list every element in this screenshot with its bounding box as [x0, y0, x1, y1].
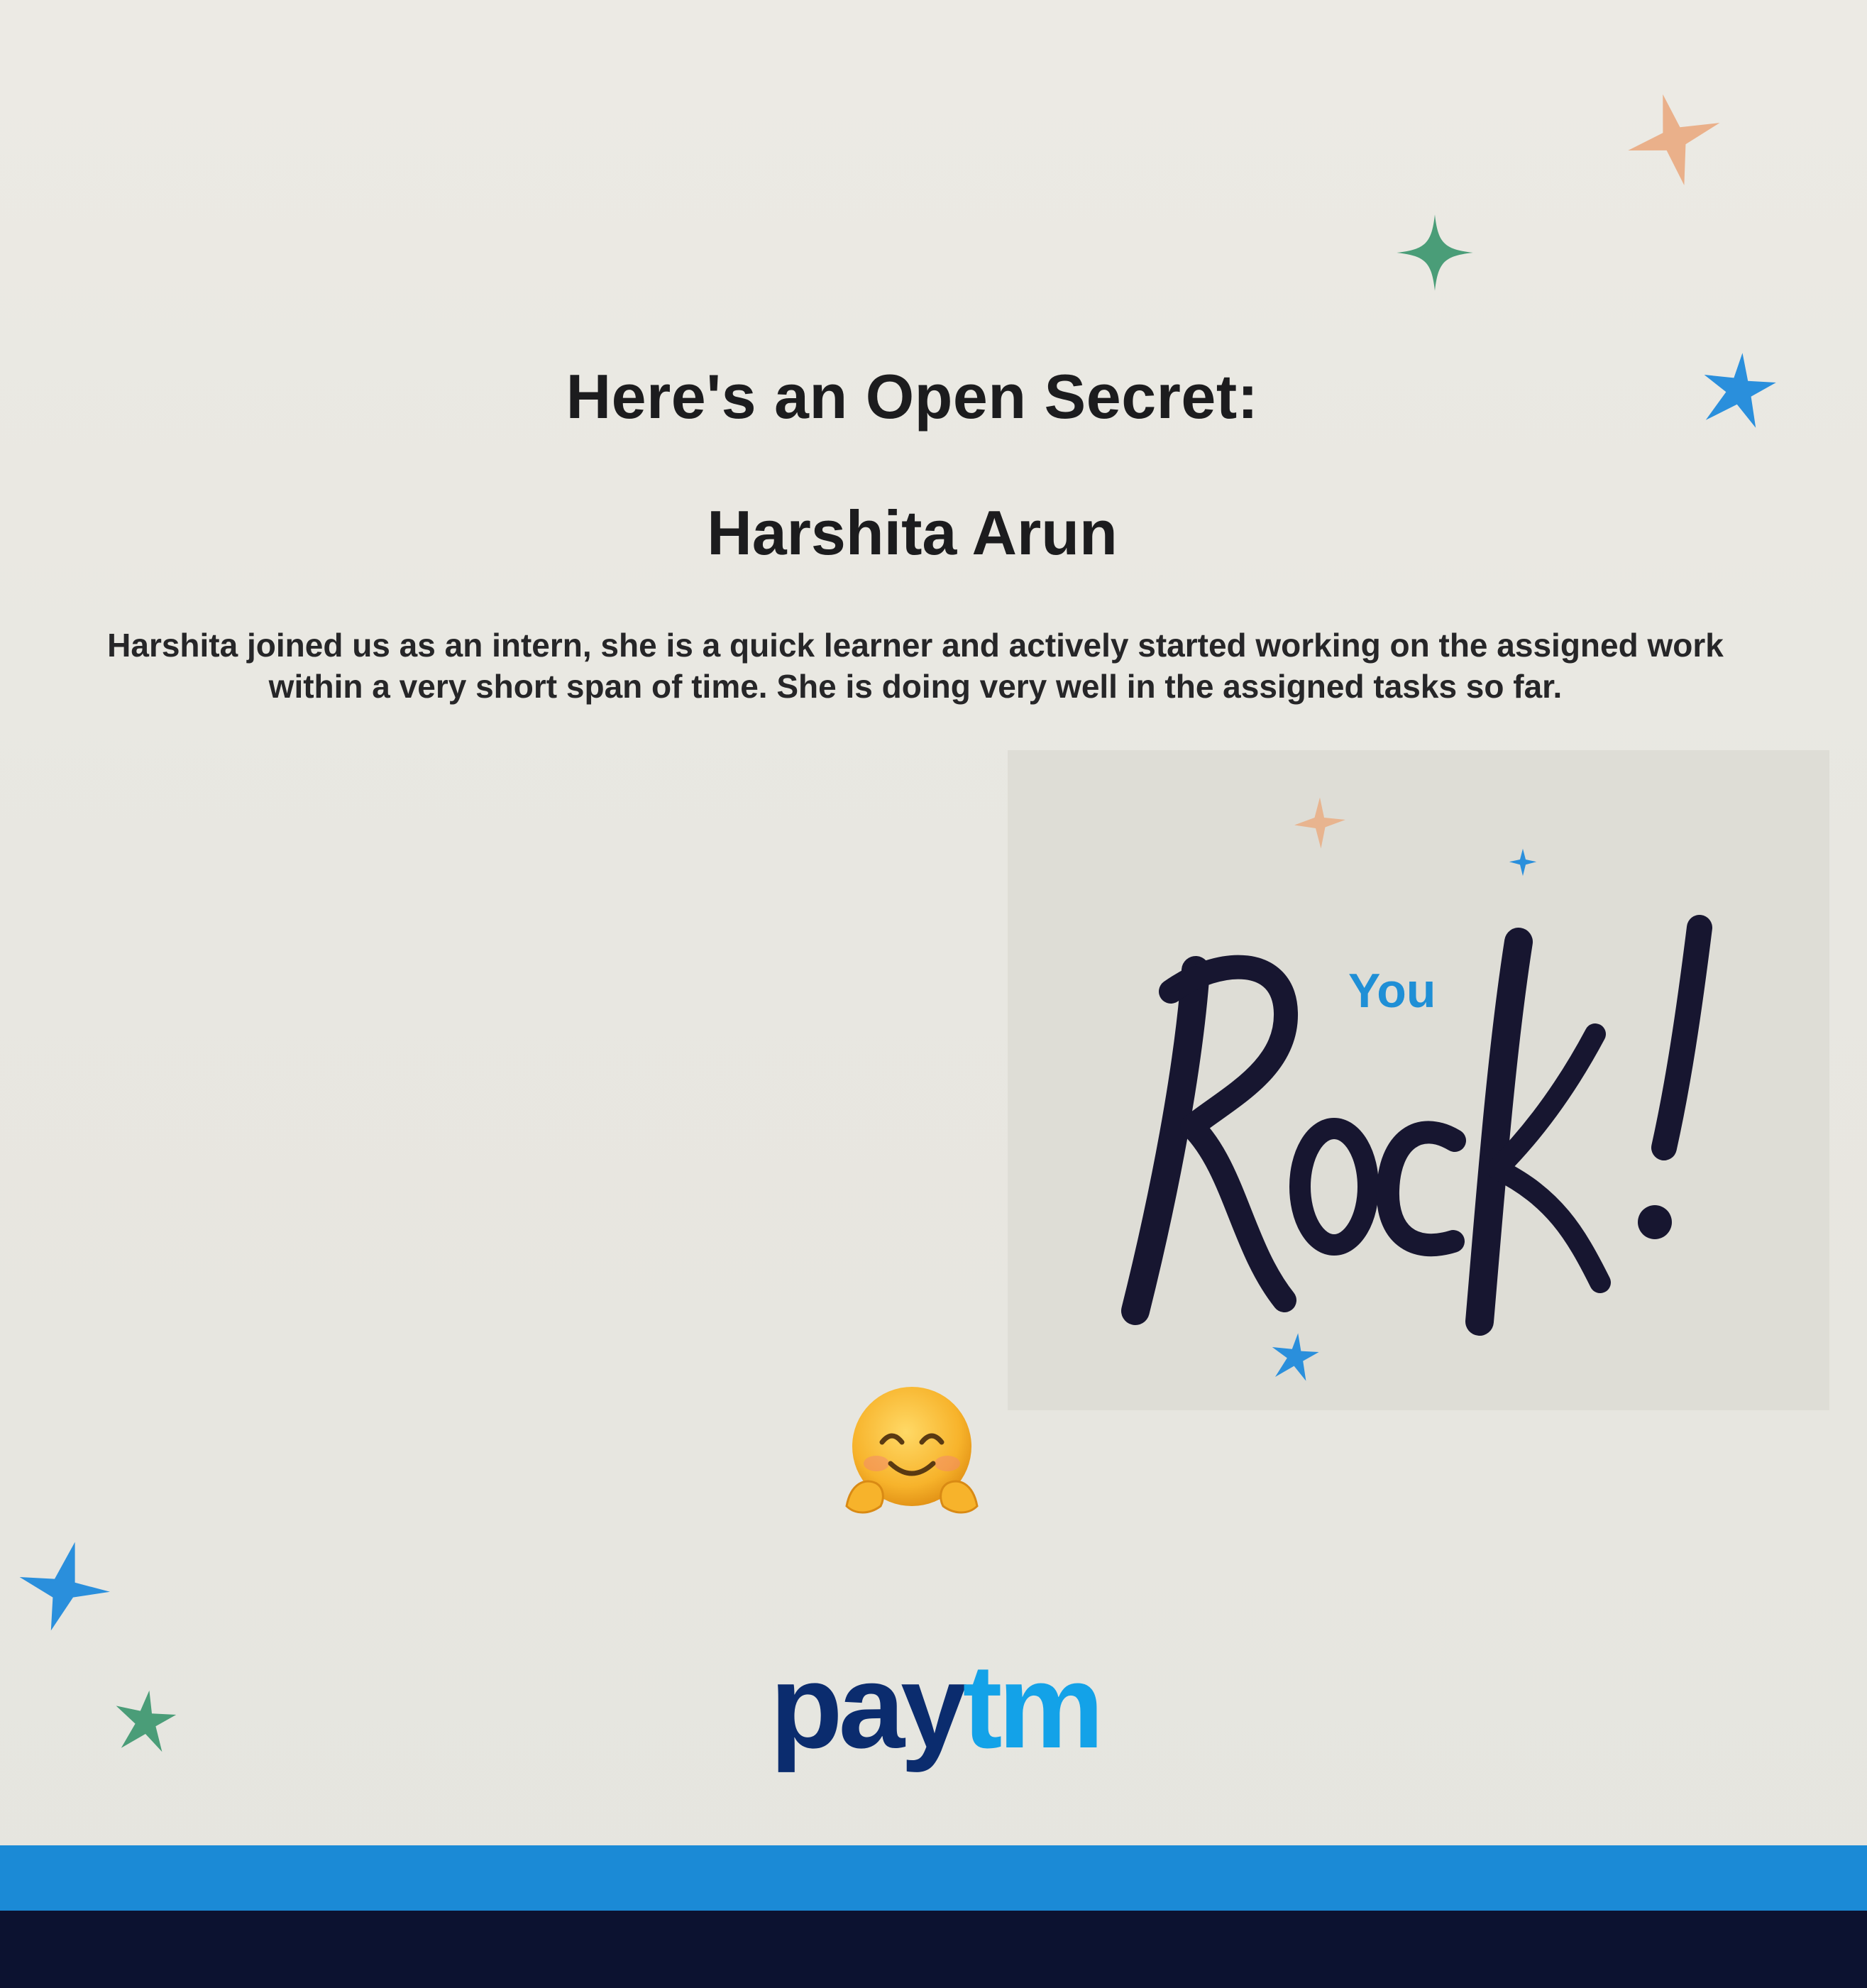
- logo-part-tm: tm: [962, 1640, 1104, 1773]
- recipient-name: Harshita Arun: [707, 498, 1118, 568]
- rock-lettering: [1121, 915, 1712, 1336]
- peach-star-icon: [1294, 797, 1345, 849]
- paytm-logo: paytm: [770, 1647, 1104, 1766]
- footer-blue-band: [0, 1845, 1867, 1911]
- blue-star-icon: [1509, 848, 1537, 877]
- hugging-face-emoji-icon: [845, 1387, 979, 1514]
- you-rock-badge: You: [1008, 750, 1829, 1410]
- peach-star-icon: [1628, 94, 1720, 185]
- card-heading: Here's an Open Secret:: [566, 361, 1259, 432]
- footer-navy-band: [0, 1911, 1867, 1988]
- appreciation-message: Harshita joined us as an intern, she is …: [28, 625, 1802, 707]
- green-star-icon: [116, 1690, 177, 1752]
- blue-star-icon: [1272, 1333, 1319, 1381]
- blue-star-icon: [19, 1542, 110, 1631]
- message-line: within a very short span of time. She is…: [268, 668, 1563, 705]
- green-star-icon: [1397, 214, 1473, 291]
- message-line: Harshita joined us as an intern, she is …: [107, 627, 1724, 664]
- logo-part-pay: pay: [770, 1640, 966, 1773]
- appreciation-card: Here's an Open Secret: Harshita Arun Har…: [0, 0, 1867, 1988]
